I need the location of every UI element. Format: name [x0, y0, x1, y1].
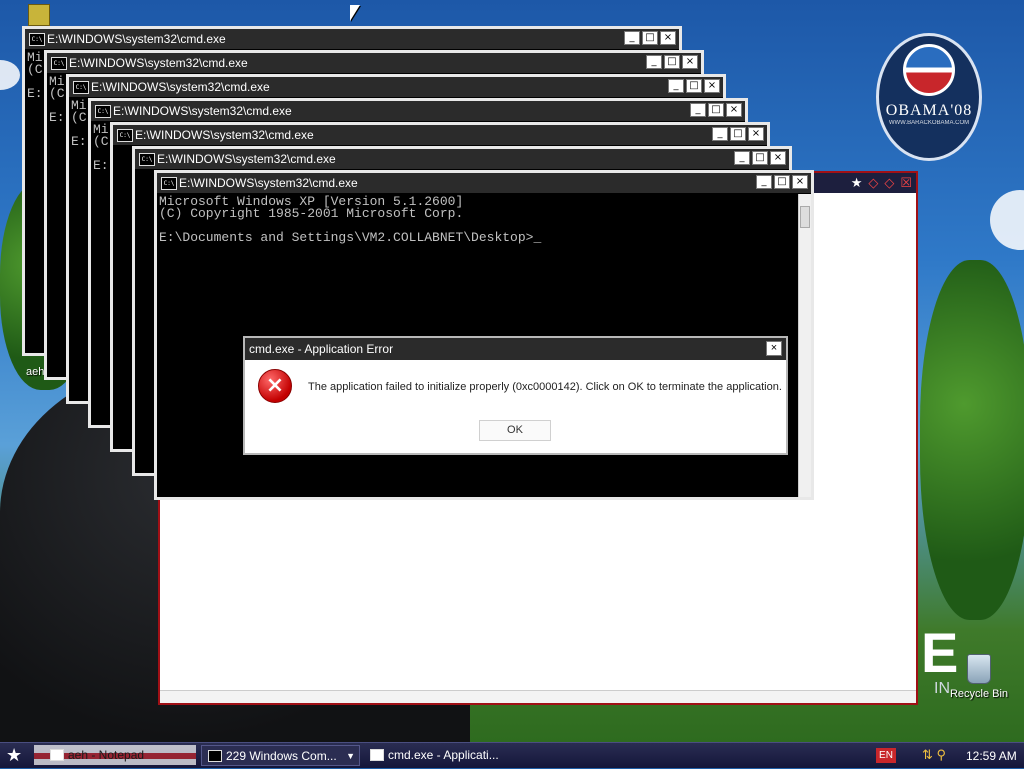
obama-logo: OBAMA'08 WWW.BARACKOBAMA.COM: [876, 33, 982, 161]
restore-icon[interactable]: ◇: [868, 175, 878, 191]
recycle-bin-icon: [967, 654, 991, 684]
cmd-title: E:\WINDOWS\system32\cmd.exe: [135, 128, 314, 142]
minimize-button[interactable]: _: [690, 103, 706, 117]
maximize-button[interactable]: □: [752, 151, 768, 165]
mouse-pointer-icon: [350, 5, 360, 21]
tree: [920, 260, 1024, 620]
cmd-title: E:\WINDOWS\system32\cmd.exe: [179, 176, 358, 190]
star-icon[interactable]: ★: [851, 175, 863, 191]
cmd-title: E:\WINDOWS\system32\cmd.exe: [157, 152, 336, 166]
chevron-down-icon: ▼: [346, 751, 355, 761]
search-icon[interactable]: ⚲: [937, 747, 947, 762]
cmd-icon: C:\: [139, 153, 155, 166]
minimize-button[interactable]: _: [756, 175, 772, 189]
cmd-titlebar[interactable]: C:\ E:\WINDOWS\system32\cmd.exe _ □ ×: [91, 101, 745, 122]
cmd-title: E:\WINDOWS\system32\cmd.exe: [47, 32, 226, 46]
close-button[interactable]: ×: [792, 175, 808, 189]
desktop: OBAMA'08 WWW.BARACKOBAMA.COM aeh E IN Re…: [0, 0, 1024, 742]
cmd-title: E:\WINDOWS\system32\cmd.exe: [69, 56, 248, 70]
dialog-icon: [370, 749, 384, 761]
taskbar: ★ aeh - Notepad 229 Windows Com... ▼ cmd…: [0, 742, 1024, 768]
maximize-button[interactable]: □: [642, 31, 658, 45]
cmd-titlebar[interactable]: C:\ E:\WINDOWS\system32\cmd.exe _ □ ×: [47, 53, 701, 74]
notepad-icon: [50, 749, 64, 761]
obama-logo-sub: WWW.BARACKOBAMA.COM: [888, 120, 970, 126]
minimize-button[interactable]: _: [668, 79, 684, 93]
recycle-bin[interactable]: Recycle Bin: [944, 654, 1014, 700]
cmd-titlebar[interactable]: C:\ E:\WINDOWS\system32\cmd.exe _ □ ×: [69, 77, 723, 98]
taskbar-item-notepad[interactable]: aeh - Notepad: [44, 745, 194, 766]
cmd-icon: C:\: [73, 81, 89, 94]
maximize-icon[interactable]: ◇: [884, 175, 894, 191]
maximize-button[interactable]: □: [686, 79, 702, 93]
error-dialog[interactable]: cmd.exe - Application Error × × The appl…: [243, 336, 788, 455]
cloud: [0, 60, 20, 90]
minimize-button[interactable]: _: [624, 31, 640, 45]
cmd-title: E:\WINDOWS\system32\cmd.exe: [113, 104, 292, 118]
close-button[interactable]: ×: [704, 79, 720, 93]
cmd-icon: C:\: [95, 105, 111, 118]
cmd-title: E:\WINDOWS\system32\cmd.exe: [91, 80, 270, 94]
maximize-button[interactable]: □: [708, 103, 724, 117]
error-dialog-title: cmd.exe - Application Error: [249, 342, 394, 356]
taskbar-item-label: aeh - Notepad: [68, 748, 145, 762]
cloud: [990, 190, 1024, 250]
obama-o-icon: [903, 44, 955, 96]
taskbar-item-error[interactable]: cmd.exe - Applicati...: [364, 745, 524, 766]
cmd-icon: C:\: [117, 129, 133, 142]
ok-button[interactable]: OK: [479, 420, 551, 441]
close-icon[interactable]: ☒: [900, 175, 912, 191]
clock[interactable]: 12:59 AM: [966, 743, 1017, 769]
taskbar-item-label: 229 Windows Com...: [226, 749, 337, 763]
cmd-titlebar[interactable]: C:\ E:\WINDOWS\system32\cmd.exe _ □ ×: [135, 149, 789, 170]
error-message: The application failed to initialize pro…: [308, 381, 782, 393]
close-button[interactable]: ×: [726, 103, 742, 117]
minimize-button[interactable]: _: [734, 151, 750, 165]
maximize-button[interactable]: □: [664, 55, 680, 69]
close-button[interactable]: ×: [660, 31, 676, 45]
cmd-icon: C:\: [51, 57, 67, 70]
close-button[interactable]: ×: [682, 55, 698, 69]
desktop-icon-aeh[interactable]: aeh: [26, 366, 44, 378]
start-button[interactable]: ★: [6, 745, 22, 765]
obama-logo-text: OBAMA'08: [885, 102, 973, 119]
recycle-bin-label: Recycle Bin: [949, 688, 1009, 700]
taskbar-item-cmd-group[interactable]: 229 Windows Com... ▼: [201, 745, 360, 766]
vertical-scrollbar[interactable]: [798, 194, 811, 497]
minimize-button[interactable]: _: [646, 55, 662, 69]
maximize-button[interactable]: □: [774, 175, 790, 189]
maximize-button[interactable]: □: [730, 127, 746, 141]
cmd-titlebar[interactable]: C:\ E:\WINDOWS\system32\cmd.exe _ □ ×: [25, 29, 679, 50]
cmd-titlebar[interactable]: C:\ E:\WINDOWS\system32\cmd.exe _ □ ×: [113, 125, 767, 146]
close-button[interactable]: ×: [748, 127, 764, 141]
error-dialog-close-button[interactable]: ×: [766, 341, 782, 356]
close-button[interactable]: ×: [770, 151, 786, 165]
cmd-icon: C:\: [29, 33, 45, 46]
network-icon[interactable]: ⇅: [922, 747, 933, 762]
cmd-icon: [208, 750, 222, 762]
taskbar-item-label: cmd.exe - Applicati...: [388, 748, 499, 762]
horizontal-scrollbar[interactable]: [160, 690, 916, 703]
scrollbar-thumb[interactable]: [800, 206, 810, 228]
error-dialog-titlebar[interactable]: cmd.exe - Application Error ×: [245, 338, 786, 360]
error-icon: ×: [258, 369, 292, 403]
tray-icons: ⇅ ⚲: [922, 747, 946, 763]
cmd-titlebar[interactable]: C:\ E:\WINDOWS\system32\cmd.exe _ □ ×: [157, 173, 811, 194]
cmd-icon: C:\: [161, 177, 177, 190]
desktop-folder-icon[interactable]: [28, 4, 50, 26]
minimize-button[interactable]: _: [712, 127, 728, 141]
language-indicator[interactable]: EN: [876, 748, 896, 763]
